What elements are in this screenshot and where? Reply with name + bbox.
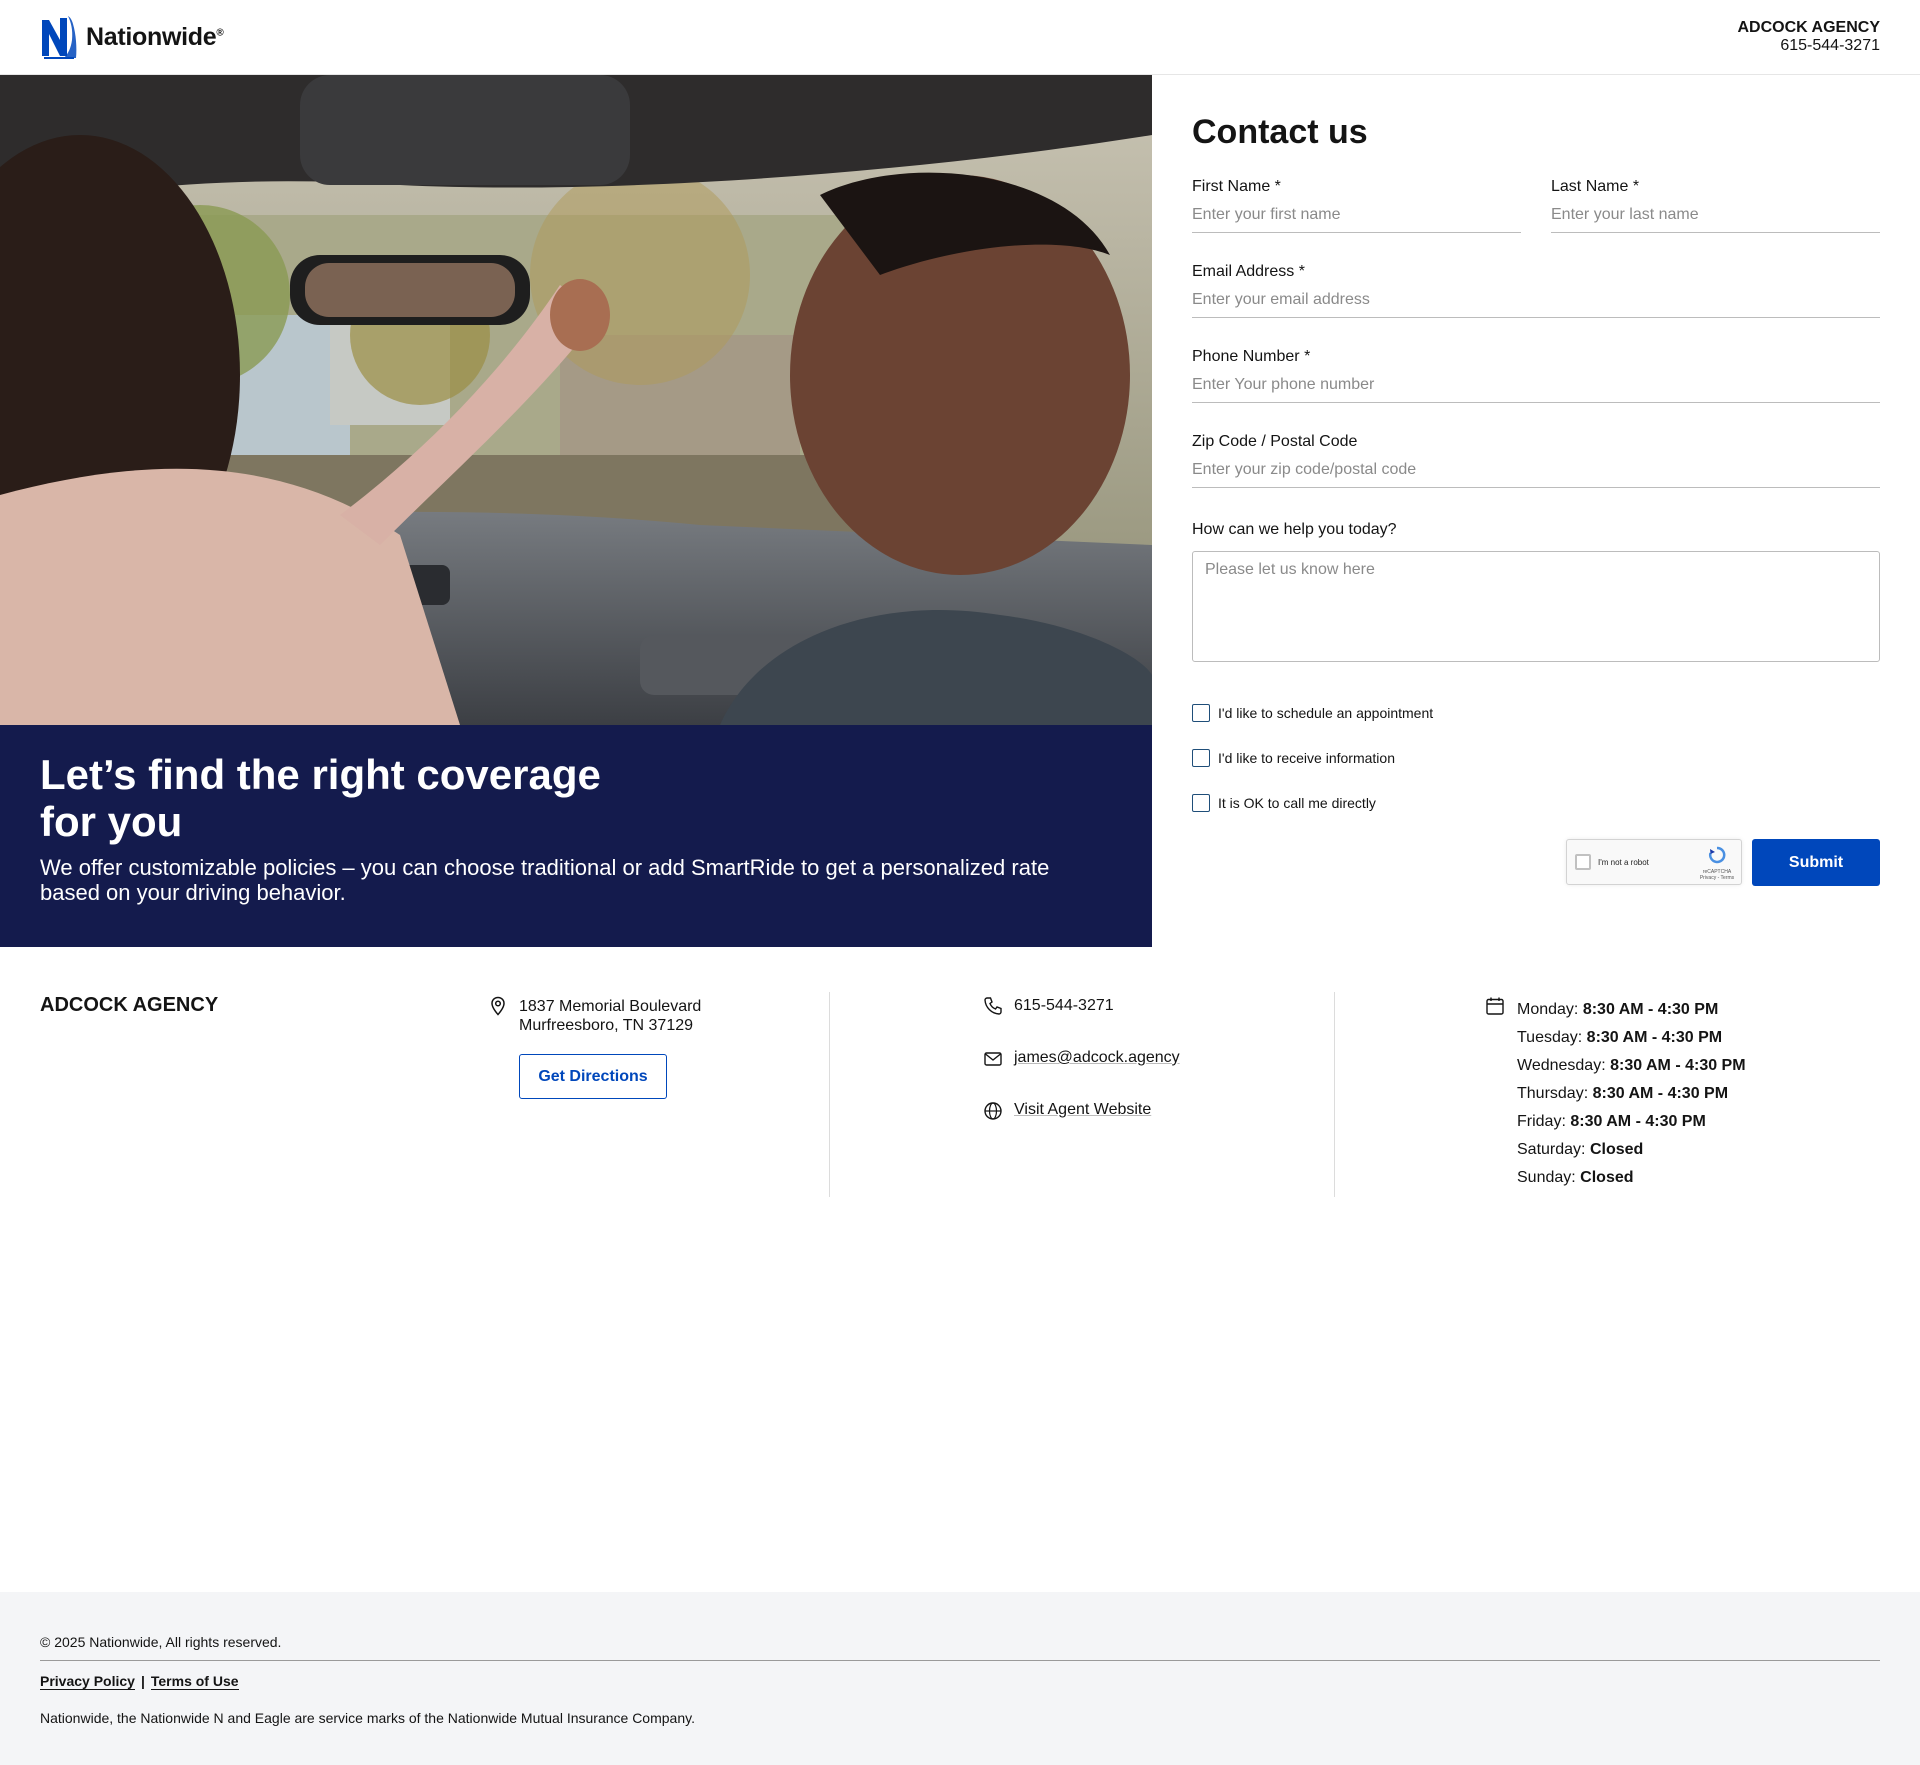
header-phone[interactable]: 615-544-3271: [1737, 37, 1880, 55]
hero: Let’s find the right coverage for you We…: [0, 75, 1152, 947]
calendar-icon: [1486, 997, 1504, 1015]
site-footer: © 2025 Nationwide, All rights reserved. …: [0, 1592, 1920, 1765]
checkbox-box[interactable]: [1192, 703, 1210, 722]
submit-button[interactable]: Submit: [1752, 839, 1880, 886]
last-name-label: Last Name *: [1551, 178, 1640, 195]
hero-image: [0, 75, 1152, 725]
hero-subtitle: We offer customizable policies – you can…: [40, 855, 1050, 905]
checkbox-box[interactable]: [1192, 793, 1210, 812]
help-textarea[interactable]: [1192, 551, 1880, 662]
info-email-link[interactable]: james@adcock.agency: [1014, 1049, 1180, 1067]
schedule-appointment-checkbox[interactable]: I'd like to schedule an appointment: [1192, 690, 1880, 735]
get-directions-button[interactable]: Get Directions: [519, 1054, 667, 1099]
form-title: Contact us: [1192, 113, 1368, 151]
hours-row: Saturday: Closed: [1517, 1141, 1644, 1158]
address-line-1: 1837 Memorial Boulevard: [519, 998, 702, 1015]
recaptcha-logo: reCAPTCHA Privacy - Terms: [1699, 846, 1735, 881]
first-name-input[interactable]: [1192, 198, 1521, 233]
privacy-policy-link[interactable]: Privacy Policy: [40, 1673, 135, 1690]
phone-icon: [984, 997, 1002, 1015]
recaptcha-widget: I'm not a robot reCAPTCHA Privacy - Term…: [1566, 839, 1742, 885]
hours-row: Monday: 8:30 AM - 4:30 PM: [1517, 1001, 1719, 1018]
checkbox-label: I'd like to schedule an appointment: [1218, 704, 1434, 721]
legal-notice: Nationwide, the Nationwide N and Eagle a…: [40, 1710, 695, 1726]
last-name-field: Last Name *: [1551, 178, 1880, 233]
hero-title: Let’s find the right coverage for you: [40, 751, 601, 845]
recaptcha-checkbox[interactable]: [1575, 854, 1591, 870]
zip-input[interactable]: [1192, 453, 1880, 488]
recaptcha-label: I'm not a robot: [1598, 858, 1649, 867]
phone-label: Phone Number *: [1192, 348, 1311, 365]
visit-agent-website-link[interactable]: Visit Agent Website: [1014, 1101, 1151, 1119]
zip-label: Zip Code / Postal Code: [1192, 433, 1358, 450]
submit-row: I'm not a robot reCAPTCHA Privacy - Term…: [1192, 839, 1880, 899]
site-header: Nationwide® ADCOCK AGENCY 615-544-3271: [0, 0, 1920, 75]
header-agency-info: ADCOCK AGENCY 615-544-3271: [1737, 19, 1880, 55]
hours-row: Sunday: Closed: [1517, 1169, 1634, 1186]
ok-to-call-checkbox[interactable]: It is OK to call me directly: [1192, 780, 1880, 825]
checkbox-group: I'd like to schedule an appointment I'd …: [1192, 690, 1880, 825]
office-hours: Monday: 8:30 AM - 4:30 PM Tuesday: 8:30 …: [1517, 996, 1746, 1192]
footer-links: Privacy Policy | Terms of Use: [40, 1673, 239, 1690]
email-label: Email Address *: [1192, 263, 1305, 280]
checkbox-label: It is OK to call me directly: [1218, 794, 1376, 811]
email-field: Email Address *: [1192, 263, 1880, 318]
checkbox-box[interactable]: [1192, 748, 1210, 767]
terms-of-use-link[interactable]: Terms of Use: [150, 1673, 239, 1690]
logo-wordmark: Nationwide®: [86, 22, 224, 51]
email-input[interactable]: [1192, 283, 1880, 318]
info-phone[interactable]: 615-544-3271: [1014, 997, 1114, 1015]
location-pin-icon: [491, 996, 505, 1016]
hours-row: Wednesday: 8:30 AM - 4:30 PM: [1517, 1057, 1746, 1074]
mail-icon: [984, 1052, 1002, 1066]
address-line-2: Murfreesboro, TN 37129: [519, 1017, 694, 1034]
footer-divider: [40, 1660, 1880, 1661]
link-separator: |: [140, 1673, 145, 1689]
header-agency-name: ADCOCK AGENCY: [1737, 19, 1880, 36]
hours-row: Thursday: 8:30 AM - 4:30 PM: [1517, 1085, 1729, 1102]
recaptcha-icon: [1708, 846, 1726, 864]
phone-field: Phone Number *: [1192, 348, 1880, 403]
last-name-input[interactable]: [1551, 198, 1880, 233]
divider: [1334, 992, 1335, 1197]
nationwide-eagle-icon: [42, 16, 77, 59]
help-label: How can we help you today?: [1192, 521, 1397, 538]
first-name-field: First Name *: [1192, 178, 1521, 233]
hours-row: Friday: 8:30 AM - 4:30 PM: [1517, 1113, 1706, 1130]
receive-information-checkbox[interactable]: I'd like to receive information: [1192, 735, 1880, 780]
nationwide-logo[interactable]: Nationwide®: [40, 12, 224, 62]
copyright: © 2025 Nationwide, All rights reserved.: [40, 1634, 282, 1650]
zip-field: Zip Code / Postal Code: [1192, 433, 1880, 488]
info-agency-name: ADCOCK AGENCY: [40, 994, 219, 1016]
contact-form: Contact us First Name * Last Name * Emai…: [1192, 75, 1880, 899]
first-name-label: First Name *: [1192, 178, 1281, 195]
address: 1837 Memorial Boulevard Murfreesboro, TN…: [519, 997, 701, 1035]
globe-icon: [984, 1102, 1002, 1120]
hero-banner: Let’s find the right coverage for you We…: [0, 725, 1152, 947]
checkbox-label: I'd like to receive information: [1218, 749, 1395, 766]
phone-input[interactable]: [1192, 368, 1880, 403]
hours-row: Tuesday: 8:30 AM - 4:30 PM: [1517, 1029, 1723, 1046]
divider: [829, 992, 830, 1197]
